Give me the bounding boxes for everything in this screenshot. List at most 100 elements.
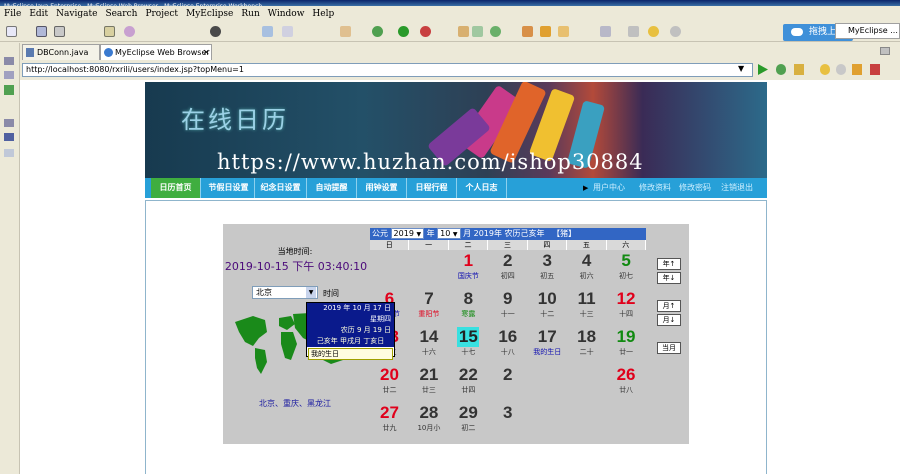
- month-select[interactable]: 10 ▼: [437, 228, 461, 239]
- settings-icon[interactable]: [794, 64, 804, 75]
- home-icon[interactable]: [852, 64, 862, 75]
- url-input[interactable]: http://localhost:8080/rxrili/users/index…: [22, 63, 753, 77]
- current-month-button[interactable]: 当月: [657, 342, 681, 354]
- day-cell[interactable]: 15 十七: [449, 327, 488, 365]
- print-icon[interactable]: [54, 26, 65, 37]
- day-cell[interactable]: 8 寒露: [449, 289, 488, 327]
- stop-icon[interactable]: [870, 64, 880, 75]
- year-up-button[interactable]: 年↑: [657, 258, 681, 270]
- day-cell[interactable]: 28 10月小: [409, 403, 448, 441]
- refresh-icon[interactable]: [472, 26, 483, 37]
- minimize-icon[interactable]: [880, 47, 890, 55]
- globe-icon[interactable]: [210, 26, 221, 37]
- hierarchy-icon[interactable]: [4, 85, 14, 95]
- pencil-icon[interactable]: [540, 26, 551, 37]
- day-cell[interactable]: 22 廿四: [449, 365, 488, 403]
- new-file-icon[interactable]: [6, 26, 17, 37]
- outline-icon[interactable]: [4, 149, 14, 157]
- refresh-icon[interactable]: [776, 64, 786, 75]
- tab-dbconn-java[interactable]: DBConn.java: [22, 44, 100, 60]
- nav-user-center[interactable]: 用户中心: [593, 178, 625, 198]
- day-cell[interactable]: 7 重阳节: [409, 289, 448, 327]
- forward-icon[interactable]: [836, 64, 846, 75]
- day-cell[interactable]: 16 十八: [488, 327, 527, 365]
- day-cell[interactable]: 26 廿八: [607, 365, 646, 403]
- day-cell[interactable]: 27 廿九: [370, 403, 409, 441]
- day-cell[interactable]: 11 十三: [567, 289, 606, 327]
- day-cell[interactable]: 18 二十: [567, 327, 606, 365]
- task-icon[interactable]: [490, 26, 501, 37]
- menu-file[interactable]: File: [4, 9, 21, 19]
- day-cell[interactable]: 1 国庆节: [449, 251, 488, 289]
- tab-myeclipse-web-browser[interactable]: MyEclipse Web Browser ✕: [100, 44, 212, 60]
- close-icon[interactable]: ✕: [203, 45, 210, 60]
- day-cell[interactable]: 10 十二: [528, 289, 567, 327]
- day-cell[interactable]: 9 十一: [488, 289, 527, 327]
- menu-edit[interactable]: Edit: [29, 9, 48, 19]
- day-cell[interactable]: 12 十四: [607, 289, 646, 327]
- day-cell[interactable]: 20 廿二: [370, 365, 409, 403]
- day-cell[interactable]: 3 初五: [528, 251, 567, 289]
- server-icon[interactable]: [124, 26, 135, 37]
- folder-open-icon[interactable]: [522, 26, 533, 37]
- menu-project[interactable]: Project: [145, 9, 178, 19]
- open-resource-icon[interactable]: [282, 26, 293, 37]
- chevron-down-icon[interactable]: ▼: [738, 64, 744, 73]
- day-cell[interactable]: 17 我的生日: [528, 327, 567, 365]
- year-select[interactable]: 2019 ▼: [390, 228, 425, 239]
- package-explorer-icon[interactable]: [4, 71, 14, 79]
- back-icon[interactable]: [820, 64, 830, 75]
- nav-item-reminder[interactable]: 自动提醒: [307, 178, 357, 198]
- save-icon[interactable]: [36, 26, 47, 37]
- day-cell[interactable]: 14 十六: [409, 327, 448, 365]
- next-annotation-icon[interactable]: [600, 26, 611, 37]
- debug-icon[interactable]: [372, 26, 383, 37]
- nav-item-home[interactable]: 日历首页: [151, 178, 201, 198]
- year-down-button[interactable]: 年↓: [657, 272, 681, 284]
- day-cell[interactable]: 5 初七: [607, 251, 646, 289]
- back-arrow-icon[interactable]: [648, 26, 659, 37]
- month-down-button[interactable]: 月↓: [657, 314, 681, 326]
- day-cell[interactable]: 2: [488, 365, 527, 403]
- go-icon[interactable]: [758, 64, 768, 75]
- day-cell[interactable]: 3: [488, 403, 527, 441]
- city-select[interactable]: 北京 ▼: [252, 286, 318, 299]
- open-type-icon[interactable]: [262, 26, 273, 37]
- lunar-label: 廿三: [421, 386, 436, 394]
- day-cell[interactable]: 4 初六: [567, 251, 606, 289]
- menu-window[interactable]: Window: [268, 9, 305, 19]
- site-banner: 在线日历 https://www.huzhan.com/ishop30884: [145, 82, 767, 178]
- console-icon[interactable]: [4, 133, 14, 141]
- run-icon[interactable]: [398, 26, 409, 37]
- forward-arrow-icon[interactable]: [670, 26, 681, 37]
- menu-run[interactable]: Run: [241, 9, 259, 19]
- nav-item-alarm[interactable]: 闹钟设置: [357, 178, 407, 198]
- nav-change-password[interactable]: 修改密码: [679, 178, 711, 198]
- nav-item-anniversary[interactable]: 纪念日设置: [255, 178, 307, 198]
- package-icon[interactable]: [458, 26, 469, 37]
- restore-icon-2[interactable]: [4, 119, 14, 127]
- day-cell[interactable]: 29 初二: [449, 403, 488, 441]
- nav-item-diary[interactable]: 个人日志: [457, 178, 507, 198]
- search-icon[interactable]: [558, 26, 569, 37]
- day-cell[interactable]: 2 初四: [488, 251, 527, 289]
- perspective-switcher[interactable]: MyEclipse ...: [835, 23, 900, 39]
- day-cell[interactable]: 19 廿一: [607, 327, 646, 365]
- nav-item-schedule[interactable]: 日程行程: [407, 178, 457, 198]
- lunar-label: 初四: [500, 272, 515, 280]
- new-class-icon[interactable]: [340, 26, 351, 37]
- tab-label: MyEclipse Web Browser: [115, 48, 210, 57]
- external-tools-icon[interactable]: [420, 26, 431, 37]
- menu-myeclipse[interactable]: MyEclipse: [186, 9, 233, 19]
- deploy-icon[interactable]: [104, 26, 115, 37]
- day-cell[interactable]: 21 廿三: [409, 365, 448, 403]
- menu-help[interactable]: Help: [312, 9, 334, 19]
- month-up-button[interactable]: 月↑: [657, 300, 681, 312]
- last-edit-icon[interactable]: [628, 26, 639, 37]
- restore-icon[interactable]: [4, 57, 14, 65]
- menu-search[interactable]: Search: [105, 9, 137, 19]
- menu-navigate[interactable]: Navigate: [56, 9, 97, 19]
- nav-item-holiday[interactable]: 节假日设置: [203, 178, 255, 198]
- nav-logout[interactable]: 注销退出: [721, 178, 753, 198]
- nav-edit-profile[interactable]: 修改资料: [639, 178, 671, 198]
